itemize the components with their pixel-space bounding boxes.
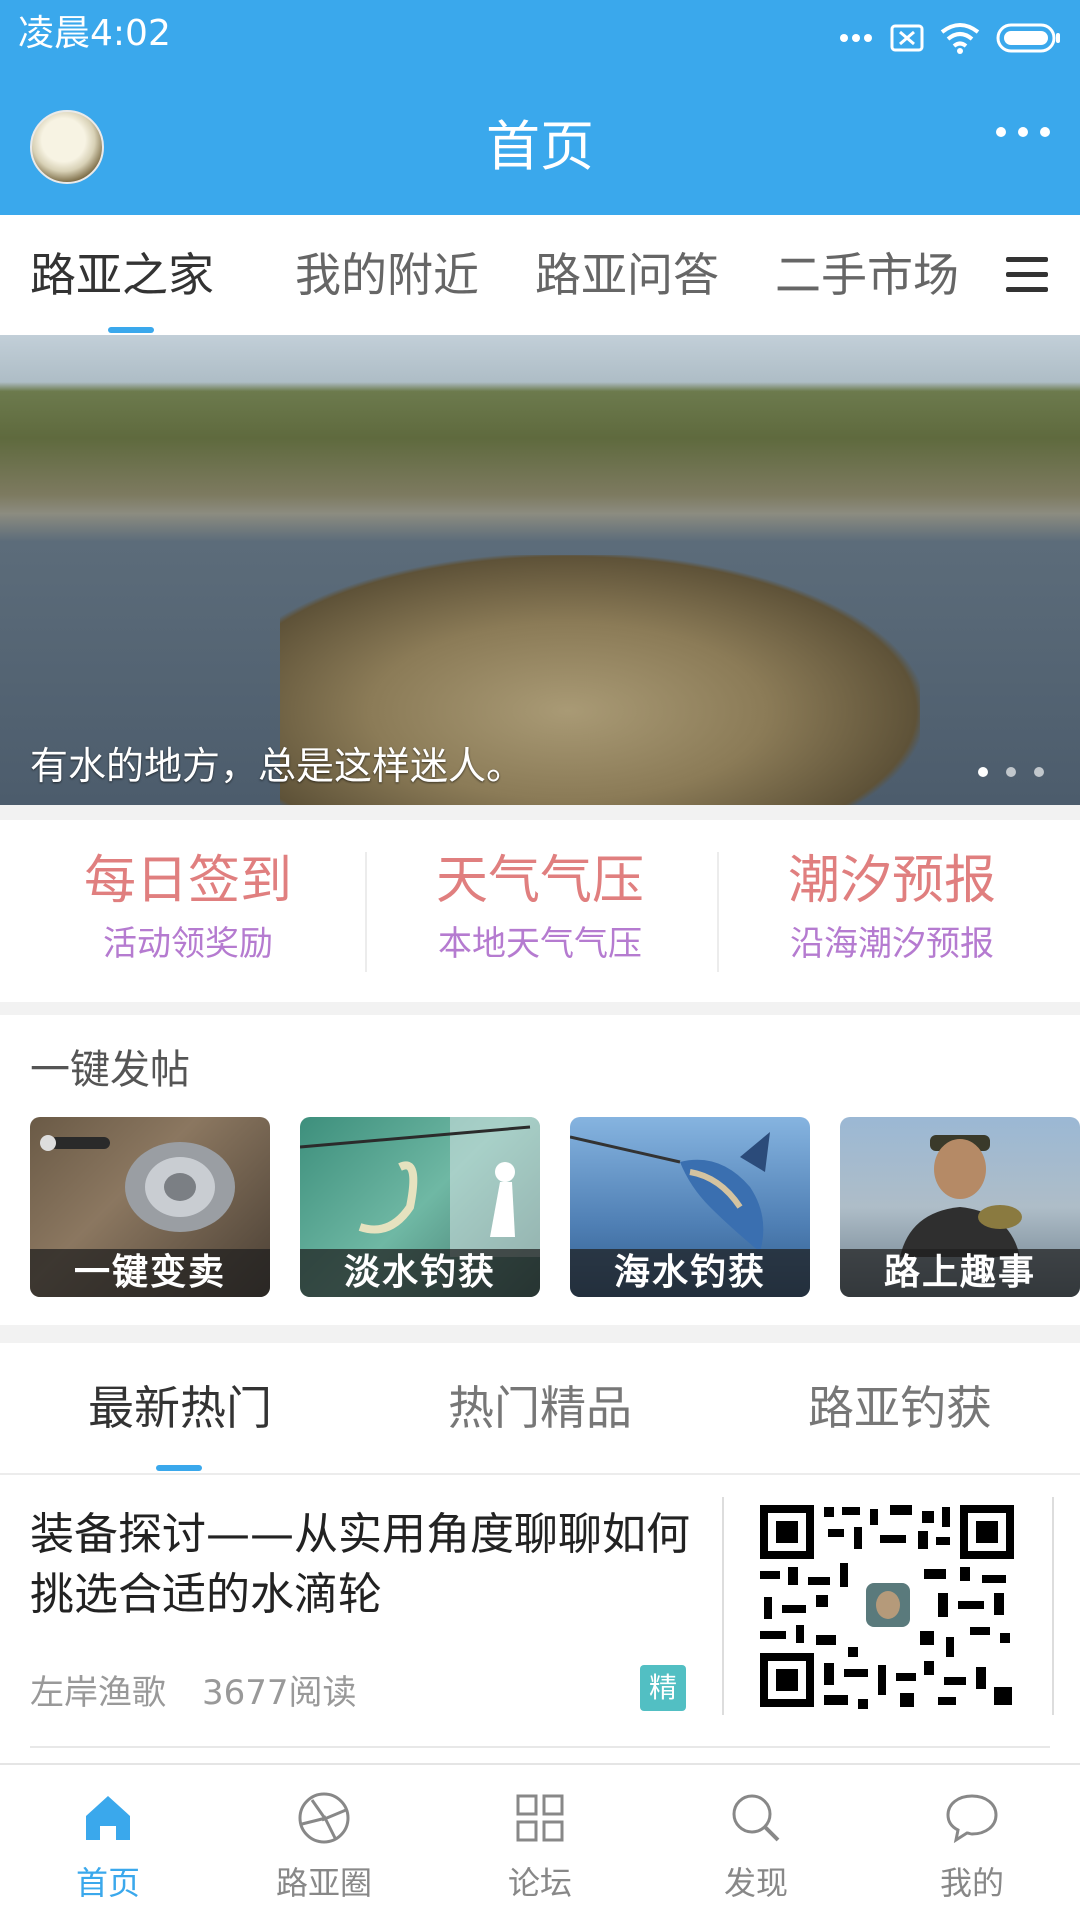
qr-code-image xyxy=(754,1501,1022,1711)
sell-card[interactable]: 一键变卖 xyxy=(30,1117,270,1297)
nav-label: 首页 xyxy=(75,1864,140,1902)
nav-label: 我的 xyxy=(939,1864,1004,1902)
page-title: 首页 xyxy=(486,115,594,178)
essence-badge: 精 xyxy=(640,1665,686,1711)
freshwater-catch-card[interactable]: 淡水钓获 xyxy=(300,1117,540,1297)
nav-label: 论坛 xyxy=(507,1864,572,1902)
road-fun-card[interactable]: 路上趣事 xyxy=(840,1117,1080,1297)
quick-post-section: 一键发帖 一键变卖 淡水钓获 海水钓获 路上趣事 xyxy=(0,1015,1080,1325)
more-notifications-icon xyxy=(840,34,872,42)
carousel-dot xyxy=(1034,767,1044,777)
quick-action-title: 潮汐预报 xyxy=(787,851,996,911)
status-time: 凌晨4:02 xyxy=(18,13,171,54)
carousel-dot xyxy=(978,767,988,777)
quick-action-title: 天气气压 xyxy=(435,851,644,911)
article-reads: 3677阅读 xyxy=(202,1673,357,1713)
quick-action-subtitle: 活动领奖励 xyxy=(103,924,273,964)
carousel-dot xyxy=(1006,767,1016,777)
card-label: 海水钓获 xyxy=(570,1249,810,1297)
article-meta: 左岸渔歌 3677阅读 xyxy=(30,1665,357,1714)
saltwater-catch-card[interactable]: 海水钓获 xyxy=(570,1117,810,1297)
list-divider xyxy=(30,1746,1050,1748)
active-tab-indicator xyxy=(108,327,154,333)
article-author: 左岸渔歌 xyxy=(30,1673,166,1713)
wifi-icon xyxy=(940,23,980,54)
nav-label: 路亚圈 xyxy=(275,1864,372,1902)
nav-lure-circle[interactable]: 路亚圈 xyxy=(216,1765,432,1922)
weather-pressure-button[interactable]: 天气气压 本地天气气压 xyxy=(360,820,720,1002)
category-tabs: 路亚之家 我的附近 路亚问答 二手市场 xyxy=(0,215,1080,335)
section-title: 一键发帖 xyxy=(30,1047,190,1093)
article-item[interactable]: 装备探讨——从实用角度聊聊如何挑选合适的水滴轮 左岸渔歌 3677阅读 精 xyxy=(0,1475,1080,1765)
active-tab-indicator xyxy=(156,1465,202,1471)
nav-discover[interactable]: 发现 xyxy=(648,1765,864,1922)
carousel-indicator xyxy=(978,767,1044,777)
tab-lure-qa[interactable]: 路亚问答 xyxy=(535,215,719,335)
banner-caption: 有水的地方，总是这样迷人。 xyxy=(30,744,525,788)
quick-action-title: 每日签到 xyxy=(83,851,292,911)
angler-portrait-image xyxy=(900,1135,1022,1257)
quick-actions: 每日签到 活动领奖励 天气气压 本地天气气压 潮汐预报 沿海潮汐预报 xyxy=(0,820,1080,1002)
tab-lure-catch[interactable]: 路亚钓获 xyxy=(720,1343,1080,1473)
menu-icon[interactable] xyxy=(1006,257,1048,293)
card-label: 一键变卖 xyxy=(30,1249,270,1297)
tab-latest-hot[interactable]: 最新热门 xyxy=(0,1343,360,1473)
nav-label: 发现 xyxy=(723,1864,788,1902)
article-title: 装备探讨——从实用角度聊聊如何挑选合适的水滴轮 xyxy=(30,1509,690,1620)
freshwater-angler-image xyxy=(300,1117,540,1257)
app-bar: 首页 xyxy=(0,75,1080,215)
daily-checkin-button[interactable]: 每日签到 活动领奖励 xyxy=(8,820,368,1002)
fishing-reel-image xyxy=(40,1135,235,1232)
tab-nearby[interactable]: 我的附近 xyxy=(295,215,479,335)
home-icon xyxy=(86,1796,130,1840)
tab-hot-essence[interactable]: 热门精品 xyxy=(360,1343,720,1473)
chat-bubble-icon xyxy=(946,1794,998,1844)
aperture-icon xyxy=(298,1792,350,1844)
more-options-icon[interactable] xyxy=(996,127,1050,137)
nav-mine[interactable]: 我的 xyxy=(864,1765,1080,1922)
search-icon xyxy=(732,1794,780,1842)
status-icons xyxy=(838,18,1062,58)
tab-second-hand[interactable]: 二手市场 xyxy=(775,215,959,335)
card-label: 淡水钓获 xyxy=(300,1249,540,1297)
quick-action-subtitle: 本地天气气压 xyxy=(438,924,642,964)
tab-lure-home[interactable]: 路亚之家 xyxy=(30,215,214,335)
nav-home[interactable]: 首页 xyxy=(0,1765,216,1922)
content-tabs: 最新热门 热门精品 路亚钓获 xyxy=(0,1343,1080,1475)
bottom-nav: 首页 路亚圈 论坛 发现 我的 xyxy=(0,1763,1080,1922)
quick-action-subtitle: 沿海潮汐预报 xyxy=(790,924,994,964)
card-label: 路上趣事 xyxy=(840,1249,1080,1297)
article-thumbnail xyxy=(722,1497,1054,1715)
status-bar: 凌晨4:02 xyxy=(0,0,1080,75)
nav-forum[interactable]: 论坛 xyxy=(432,1765,648,1922)
sim-icon xyxy=(890,24,924,52)
battery-icon xyxy=(996,23,1060,53)
grid-icon xyxy=(516,1794,564,1842)
marlin-image xyxy=(570,1132,770,1252)
tide-forecast-button[interactable]: 潮汐预报 沿海潮汐预报 xyxy=(712,820,1072,1002)
banner-carousel[interactable]: 有水的地方，总是这样迷人。 xyxy=(0,335,1080,805)
